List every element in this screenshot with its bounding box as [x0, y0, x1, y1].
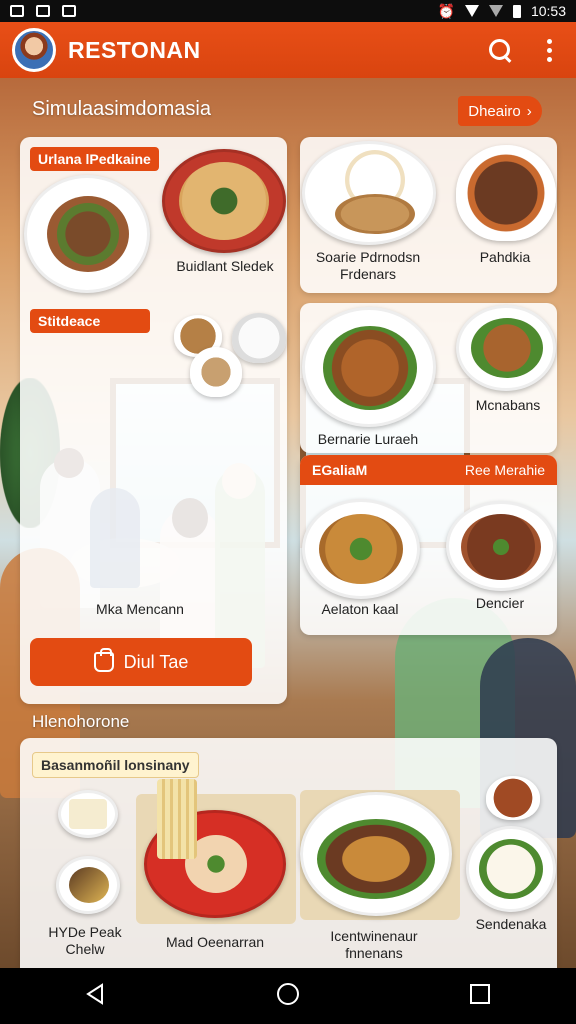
more-vert-icon[interactable]: [547, 38, 552, 62]
dish-label: Aelaton kaal: [321, 601, 399, 617]
recommendation-card[interactable]: Basanmoñil lonsinany HYDe Peak Chelw Mad…: [20, 738, 557, 968]
section-action-label: Dheairo: [468, 102, 521, 120]
chevron-right-icon: ›: [526, 102, 532, 120]
notification-icon: [10, 5, 24, 17]
app-title: RESTONAN: [68, 36, 201, 63]
card-tag: Basanmoñil lonsinany: [32, 752, 199, 778]
dish-card[interactable]: EGaliaM Ree Merahie Aelaton kaal Dencier: [300, 455, 557, 635]
rice-bowl-image: [232, 313, 286, 363]
dish-label: Buidlant Sledek: [176, 258, 274, 274]
dish-label: HYDe Peak Chelw: [48, 924, 122, 957]
dish-image[interactable]: [162, 149, 286, 253]
dish-label: Mad Oeenarran: [165, 934, 265, 950]
card-tag: Urlana lPedkaine: [30, 147, 159, 171]
dish-label: Icentwinenaur fnnenans: [330, 928, 418, 961]
order-button-label: Diul Tae: [123, 651, 189, 672]
battery-icon: [512, 4, 521, 18]
dish-image[interactable]: [466, 826, 556, 912]
dish-label: Mcnabans: [475, 397, 541, 413]
section-title: Simulaasimdomasia: [32, 98, 211, 120]
dish-image[interactable]: [56, 856, 120, 914]
card-tag-left: EGaliaM: [312, 462, 368, 478]
wifi-icon: [464, 5, 479, 17]
signal-icon: [488, 5, 503, 17]
order-button[interactable]: Diul Tae: [30, 638, 252, 686]
notification-icon: [36, 5, 50, 17]
dish-image[interactable]: [456, 145, 556, 241]
dish-image[interactable]: [456, 305, 556, 391]
search-icon[interactable]: [487, 37, 513, 63]
alarm-icon: ⏰: [437, 2, 455, 19]
status-bar: ⏰ 10:53: [0, 0, 576, 22]
dish-label: Pahdkia: [479, 249, 531, 265]
system-nav-bar: [0, 968, 576, 1024]
dish-label: Soarie Pdrnodsn Frdenars: [315, 249, 421, 282]
tea-pot-image: [190, 347, 242, 397]
avatar[interactable]: [12, 28, 56, 72]
sauce-bowl-image: [486, 776, 540, 820]
dish-label: Sendenaka: [475, 916, 547, 932]
scene-label: Mka Mencann: [96, 601, 184, 617]
dish-image[interactable]: [302, 499, 420, 599]
back-icon[interactable]: [84, 982, 108, 1011]
dish-label: Bernarie Luraeh: [317, 431, 419, 447]
dish-card[interactable]: Bernarie Luraeh Mcnabans: [300, 303, 557, 453]
card-tag: EGaliaM Ree Merahie: [300, 455, 557, 485]
dish-image[interactable]: [24, 175, 150, 293]
dish-image[interactable]: [302, 141, 436, 245]
app-bar: RESTONAN: [0, 22, 576, 78]
status-time: 10:53: [530, 3, 566, 19]
section-action-button[interactable]: Dheairo ›: [458, 96, 542, 126]
dish-image[interactable]: [446, 501, 556, 591]
home-icon[interactable]: [275, 981, 301, 1012]
dish-label: Dencier: [475, 595, 525, 611]
dish-image[interactable]: [300, 792, 452, 916]
card-tag-right: Ree Merahie: [464, 462, 545, 478]
notification-icon: [62, 5, 76, 17]
shopping-bag-icon: [93, 648, 114, 672]
card-tag: Stitdeace: [30, 309, 150, 333]
featured-card[interactable]: Urlana lPedkaine Buidlant Sledek Stitdea…: [20, 137, 287, 704]
section-title: Hlenohorone: [32, 712, 130, 731]
recents-icon[interactable]: [468, 982, 492, 1011]
dish-image[interactable]: [58, 790, 118, 838]
dish-card[interactable]: Soarie Pdrnodsn Frdenars Pahdkia: [300, 137, 557, 293]
dish-image[interactable]: [144, 779, 286, 918]
dish-image[interactable]: [302, 307, 436, 427]
